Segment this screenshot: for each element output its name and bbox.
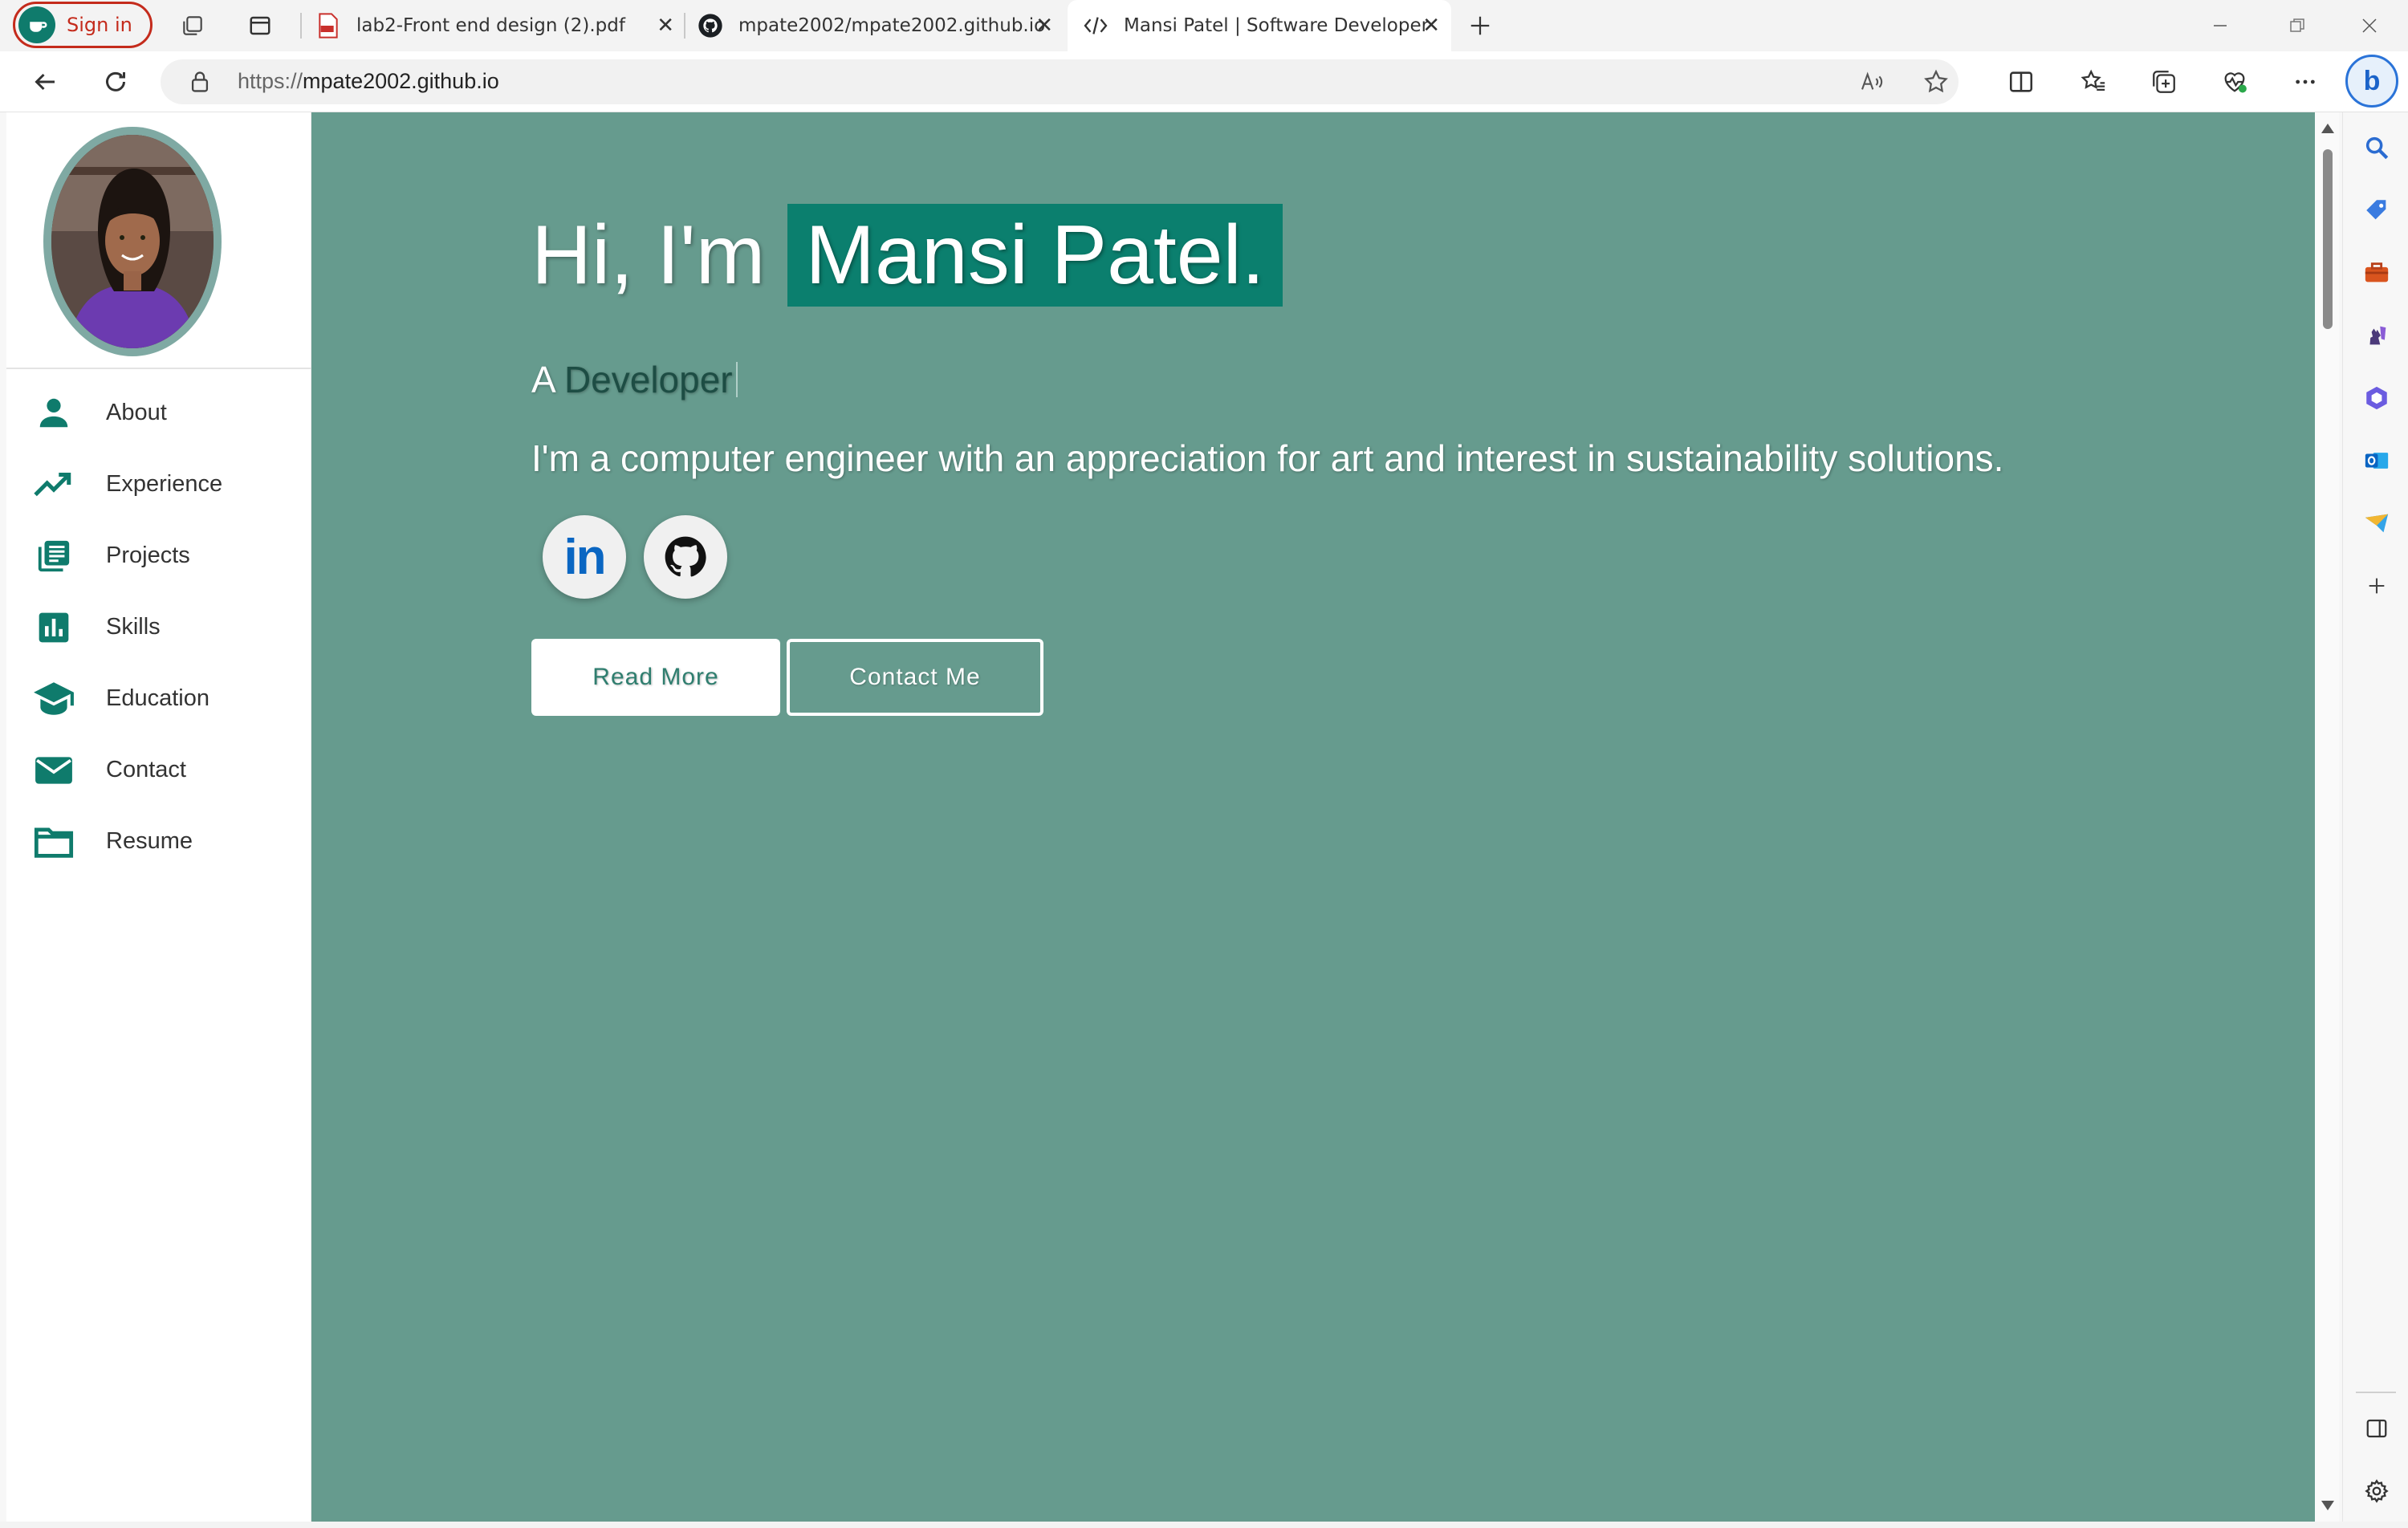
tab-title: mpate2002/mpate2002.github.io [738, 15, 1046, 36]
close-icon[interactable]: ✕ [1035, 14, 1053, 37]
url-protocol: https:// [238, 69, 303, 93]
tab-portfolio[interactable]: Mansi Patel | Software Developer ✕ [1068, 0, 1451, 51]
hero-greeting: Hi, I'm [531, 208, 766, 302]
folder-icon [31, 819, 77, 865]
page-scrollbar[interactable] [2315, 112, 2339, 1522]
site-sidebar: About Experience Projects Skills Educati… [6, 112, 311, 1522]
hero-heading: Hi, I'm Mansi Patel. [531, 204, 1283, 307]
close-window-icon[interactable] [2345, 8, 2394, 43]
profile-section [6, 112, 311, 369]
library-books-icon [31, 533, 77, 579]
nav-item-resume[interactable]: Resume [6, 806, 311, 877]
sidebar-divider [2356, 1392, 2396, 1393]
person-icon [31, 390, 77, 437]
nav-label: Experience [106, 471, 223, 497]
sign-in-button[interactable]: Sign in [13, 2, 153, 48]
scroll-up-arrow-icon[interactable] [2321, 124, 2334, 133]
read-more-button[interactable]: Read More [531, 639, 780, 716]
nav-item-projects[interactable]: Projects [6, 520, 311, 591]
tab-title: lab2-Front end design (2).pdf [356, 15, 625, 36]
profile-icon [18, 6, 55, 43]
nav-item-skills[interactable]: Skills [6, 591, 311, 663]
nav-item-experience[interactable]: Experience [6, 449, 311, 520]
office-icon[interactable] [2361, 382, 2393, 414]
close-icon[interactable]: ✕ [657, 14, 674, 37]
url-host: mpate2002.github.io [303, 69, 499, 93]
github-link[interactable] [644, 515, 727, 599]
restore-icon[interactable] [2273, 8, 2321, 43]
sign-in-label: Sign in [67, 14, 132, 36]
copilot-icon[interactable]: b [2345, 55, 2398, 108]
shopping-tag-icon[interactable] [2361, 194, 2393, 226]
code-icon [1082, 12, 1109, 39]
tab-separator [300, 13, 302, 39]
nav-item-about[interactable]: About [6, 377, 311, 449]
nav-label: Skills [106, 614, 161, 640]
nav-item-contact[interactable]: Contact [6, 734, 311, 806]
send-icon[interactable] [2361, 507, 2393, 539]
workspaces-icon[interactable] [178, 11, 207, 40]
tab-github[interactable]: mpate2002/mpate2002.github.io ✕ [690, 0, 1064, 51]
mail-icon [31, 747, 77, 794]
pdf-icon [315, 12, 342, 39]
nav-item-education[interactable]: Education [6, 663, 311, 734]
nav-label: Education [106, 685, 209, 711]
github-icon [697, 12, 724, 39]
favorite-star-icon[interactable] [1920, 66, 1952, 98]
scroll-down-arrow-icon[interactable] [2321, 1501, 2334, 1510]
graduation-cap-icon [31, 676, 77, 722]
split-screen-icon[interactable] [2005, 66, 2037, 98]
collections-icon[interactable] [2148, 66, 2180, 98]
hero-name: Mansi Patel. [787, 204, 1283, 307]
role-typed-word: Developer [563, 359, 733, 400]
refresh-icon[interactable] [98, 64, 133, 100]
hide-sidebar-icon[interactable] [2361, 1412, 2393, 1445]
edge-sidebar [2342, 112, 2408, 1528]
role-prefix: A [531, 359, 555, 400]
url-bar[interactable]: https://mpate2002.github.io [161, 59, 1959, 104]
settings-gear-icon[interactable] [2361, 1475, 2393, 1507]
minimize-icon[interactable] [2196, 8, 2244, 43]
new-tab-icon[interactable] [1466, 11, 1495, 40]
trending-up-icon [31, 461, 77, 508]
games-icon[interactable] [2361, 319, 2393, 352]
contact-me-button[interactable]: Contact Me [787, 639, 1043, 716]
address-toolbar: https://mpate2002.github.io [0, 51, 2408, 112]
browser-essentials-icon[interactable] [2219, 66, 2251, 98]
vertical-tabs-icon[interactable] [246, 11, 275, 40]
scrollbar-thumb[interactable] [2323, 149, 2333, 329]
profile-photo-frame [43, 127, 222, 356]
tab-pdf[interactable]: lab2-Front end design (2).pdf ✕ [308, 0, 685, 51]
add-icon[interactable] [2361, 570, 2393, 602]
back-arrow-icon[interactable] [27, 64, 63, 100]
linkedin-link[interactable]: in [543, 515, 626, 599]
favorites-icon[interactable] [2077, 66, 2109, 98]
lock-icon[interactable] [189, 71, 210, 96]
hero-section: Hi, I'm Mansi Patel. A Developer I'm a c… [311, 112, 2315, 1522]
close-icon[interactable]: ✕ [1422, 14, 1440, 37]
hero-description: I'm a computer engineer with an apprecia… [531, 437, 2004, 479]
outlook-icon[interactable] [2361, 445, 2393, 477]
page-viewport: About Experience Projects Skills Educati… [6, 112, 2315, 1522]
read-aloud-icon[interactable] [1856, 66, 1888, 98]
more-options-icon[interactable] [2289, 66, 2321, 98]
hero-role: A Developer [531, 358, 738, 401]
typing-caret [735, 362, 738, 397]
nav-label: Resume [106, 828, 193, 854]
github-icon [665, 536, 706, 577]
nav-label: Projects [106, 543, 190, 568]
profile-photo [51, 135, 214, 348]
window-bottom-edge [0, 1522, 2408, 1528]
linkedin-icon: in [563, 529, 606, 585]
browser-tab-bar: Sign in lab2-Front end design (2).pdf ✕ … [0, 0, 2408, 51]
site-nav-list: About Experience Projects Skills Educati… [6, 377, 311, 877]
tab-separator [684, 13, 685, 39]
tools-briefcase-icon[interactable] [2361, 257, 2393, 289]
bar-chart-icon [31, 604, 77, 651]
nav-label: Contact [106, 757, 186, 782]
nav-label: About [106, 400, 167, 425]
tab-title: Mansi Patel | Software Developer [1124, 15, 1430, 36]
url-text: https://mpate2002.github.io [238, 69, 499, 94]
search-icon[interactable] [2361, 132, 2393, 164]
